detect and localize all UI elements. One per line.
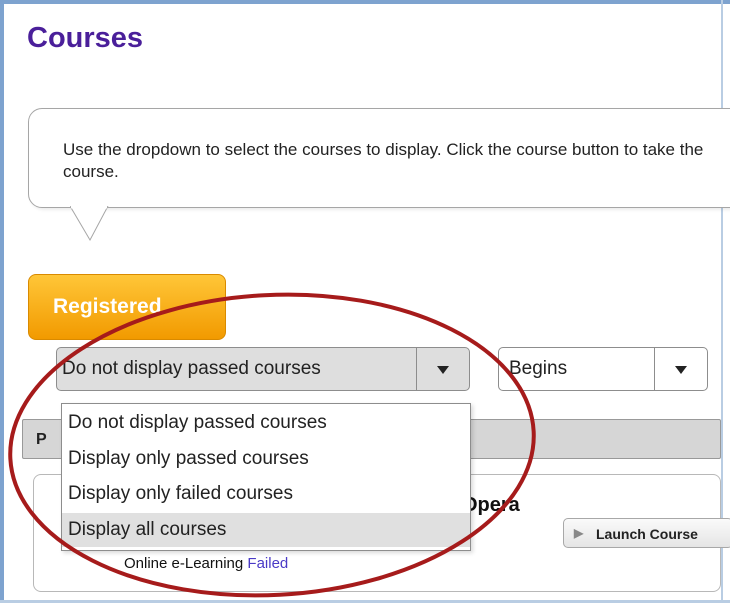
course-status: Failed: [247, 555, 289, 572]
page-title: Courses: [27, 22, 144, 54]
window-frame-left: [0, 0, 4, 603]
window-frame-top: [0, 0, 730, 4]
triangle-down-icon: [675, 366, 687, 374]
course-type: Online e-Learning: [124, 555, 244, 572]
launch-course-button[interactable]: ▶ Launch Course: [563, 518, 730, 548]
instruction-text: Use the dropdown to select the courses t…: [63, 140, 704, 181]
match-mode-value: Begins: [509, 358, 568, 379]
tab-registered[interactable]: Registered: [28, 274, 226, 340]
course-filter-toggle[interactable]: [416, 348, 469, 390]
dropdown-option[interactable]: Display only failed courses: [62, 477, 470, 511]
play-icon: ▶: [574, 526, 584, 540]
course-list-header-label: P: [36, 431, 47, 448]
match-mode-toggle[interactable]: [654, 348, 707, 390]
course-meta: Online e-Learning Failed: [124, 555, 288, 572]
launch-course-label: Launch Course: [596, 526, 698, 542]
dropdown-option[interactable]: Do not display passed courses: [62, 406, 470, 440]
instruction-callout: Use the dropdown to select the courses t…: [28, 108, 730, 208]
callout-tail: [70, 206, 109, 242]
window-frame-right: [721, 0, 723, 603]
dropdown-option[interactable]: Display only passed courses: [62, 442, 470, 476]
match-mode-select[interactable]: Begins: [498, 347, 708, 391]
tab-registered-label: Registered: [53, 295, 162, 318]
triangle-down-icon: [437, 366, 449, 374]
course-filter-dropdown: Do not display passed courses Display on…: [61, 403, 471, 551]
course-filter-select[interactable]: Do not display passed courses: [56, 347, 470, 391]
dropdown-option-highlighted[interactable]: Display all courses: [62, 513, 470, 547]
course-filter-value: Do not display passed courses: [62, 358, 321, 379]
